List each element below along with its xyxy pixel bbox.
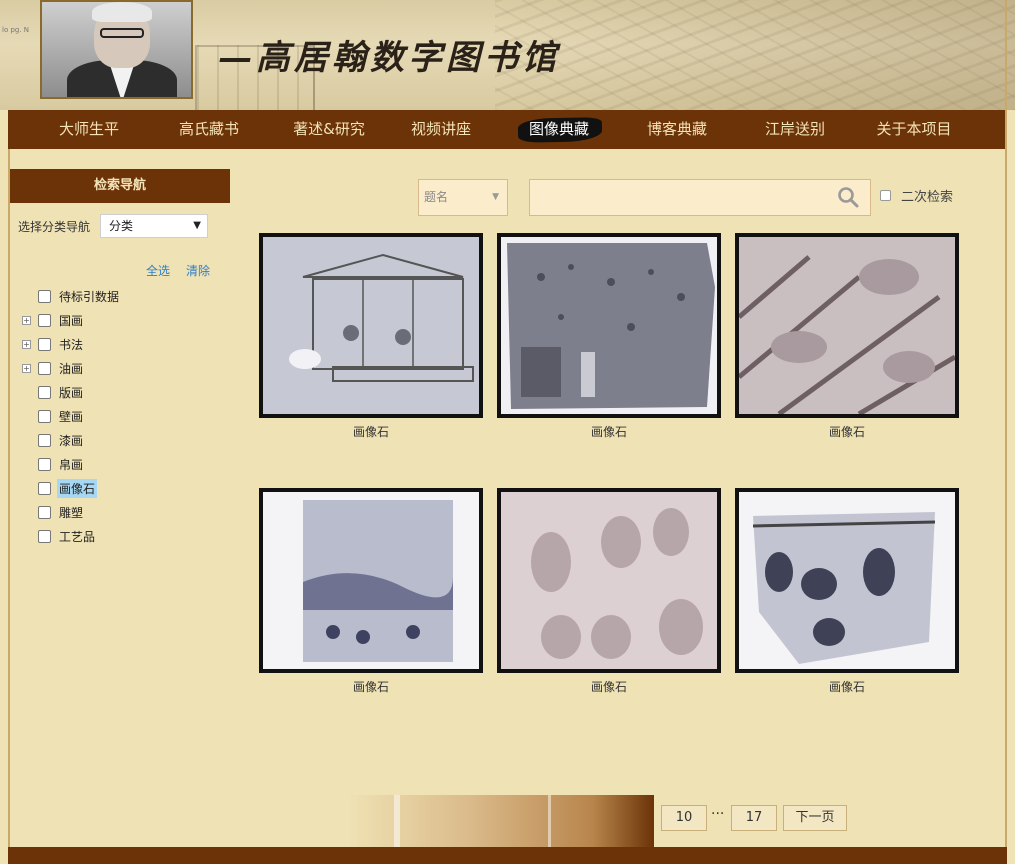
result-caption[interactable]: 画像石: [497, 423, 721, 440]
result-caption[interactable]: 画像石: [259, 423, 483, 440]
tree-item-crafts[interactable]: 工艺品: [22, 524, 121, 548]
header-banner: lo pg. N —高居翰数字图书馆: [0, 0, 1015, 110]
nav-item-riverbank[interactable]: 江岸送别: [762, 110, 828, 149]
checkbox[interactable]: [38, 313, 51, 327]
checkbox[interactable]: [38, 337, 51, 351]
category-tree: 待标引数据 + 国画 + 书法 + 油画 版画 壁画 漆画 帛画 画像石 雕塑 …: [22, 284, 121, 548]
category-label: 选择分类导航: [18, 220, 91, 234]
stone-relief-image: [501, 237, 717, 414]
search-input[interactable]: [529, 179, 871, 216]
result-thumbnail[interactable]: [735, 488, 959, 673]
result-thumbnail[interactable]: [259, 488, 483, 673]
tree-item-lacquer[interactable]: 漆画: [22, 428, 121, 452]
tree-item-oil-painting[interactable]: + 油画: [22, 356, 121, 380]
nav-item-biography[interactable]: 大师生平: [58, 110, 120, 149]
sidebar-heading: 检索导航: [10, 169, 230, 203]
footer-bar: [8, 847, 1007, 864]
category-select-value: 分类: [109, 219, 134, 233]
checkbox[interactable]: [38, 457, 51, 471]
portrait-photo: [40, 0, 193, 99]
corner-text: lo pg. N: [2, 26, 30, 34]
stone-relief-image: [263, 237, 479, 414]
dropdown-arrow-icon: ▼: [492, 192, 499, 202]
tree-item-guohua[interactable]: + 国画: [22, 308, 121, 332]
secondary-search-toggle[interactable]: 二次检索: [880, 186, 953, 205]
checkbox[interactable]: [38, 385, 51, 399]
tree-item-stone-relief[interactable]: 画像石: [22, 476, 121, 500]
page-button-current[interactable]: 10: [661, 805, 707, 831]
tree-item-sculpture[interactable]: 雕塑: [22, 500, 121, 524]
site-title: —高居翰数字图书馆: [218, 38, 560, 78]
dropdown-arrow-icon: ▼: [193, 220, 201, 231]
expand-plus-icon[interactable]: +: [22, 363, 31, 373]
category-select[interactable]: 分类 ▼: [100, 214, 208, 238]
tree-item-calligraphy[interactable]: + 书法: [22, 332, 121, 356]
page-button-last[interactable]: 17: [731, 805, 777, 831]
main-nav: 大师生平 高氏藏书 著述&研究 视频讲座 图像典藏 博客典藏 江岸送别 关于本项…: [8, 110, 1007, 149]
result-thumbnail[interactable]: [735, 233, 959, 418]
result-caption[interactable]: 画像石: [735, 423, 959, 440]
result-thumbnail[interactable]: [497, 233, 721, 418]
stone-relief-image: [263, 492, 479, 669]
stone-relief-image: [739, 492, 955, 669]
result-caption[interactable]: 画像石: [259, 678, 483, 695]
checkbox[interactable]: [38, 505, 51, 519]
clear-link[interactable]: 清除: [186, 262, 210, 279]
banner-scenery: [495, 0, 1015, 110]
stone-relief-image: [501, 492, 717, 669]
tree-item-silk-painting[interactable]: 帛画: [22, 452, 121, 476]
search-icon[interactable]: [836, 185, 860, 209]
frame-right: [1005, 0, 1007, 864]
nav-item-blog[interactable]: 博客典藏: [644, 110, 710, 149]
tree-item-mural[interactable]: 壁画: [22, 404, 121, 428]
stone-relief-image: [739, 237, 955, 414]
checkbox[interactable]: [38, 481, 51, 495]
nav-item-collection[interactable]: 高氏藏书: [176, 110, 242, 149]
result-caption[interactable]: 画像石: [497, 678, 721, 695]
nav-item-lectures[interactable]: 视频讲座: [408, 110, 474, 149]
search-field-value: 题名: [424, 190, 449, 204]
expand-plus-icon[interactable]: +: [22, 315, 31, 325]
next-page-button[interactable]: 下一页: [783, 805, 847, 831]
page-ellipsis: ···: [711, 806, 725, 822]
result-caption[interactable]: 画像石: [735, 678, 959, 695]
nav-item-images[interactable]: 图像典藏: [526, 110, 592, 149]
frame-left: [8, 149, 10, 849]
tree-item-unindexed[interactable]: 待标引数据: [22, 284, 121, 308]
select-all-link[interactable]: 全选: [146, 262, 170, 279]
nav-item-about[interactable]: 关于本项目: [873, 110, 955, 149]
checkbox[interactable]: [38, 529, 51, 543]
checkbox[interactable]: [38, 361, 51, 375]
result-thumbnail[interactable]: [259, 233, 483, 418]
nav-item-writings[interactable]: 著述&研究: [290, 110, 368, 149]
secondary-search-label: 二次检索: [901, 190, 954, 205]
checkbox[interactable]: [38, 409, 51, 423]
checkbox[interactable]: [880, 190, 891, 201]
checkbox[interactable]: [38, 289, 51, 303]
result-thumbnail[interactable]: [497, 488, 721, 673]
expand-plus-icon[interactable]: +: [22, 339, 31, 349]
checkbox[interactable]: [38, 433, 51, 447]
tree-item-print[interactable]: 版画: [22, 380, 121, 404]
search-field-select[interactable]: 题名 ▼: [418, 179, 508, 216]
